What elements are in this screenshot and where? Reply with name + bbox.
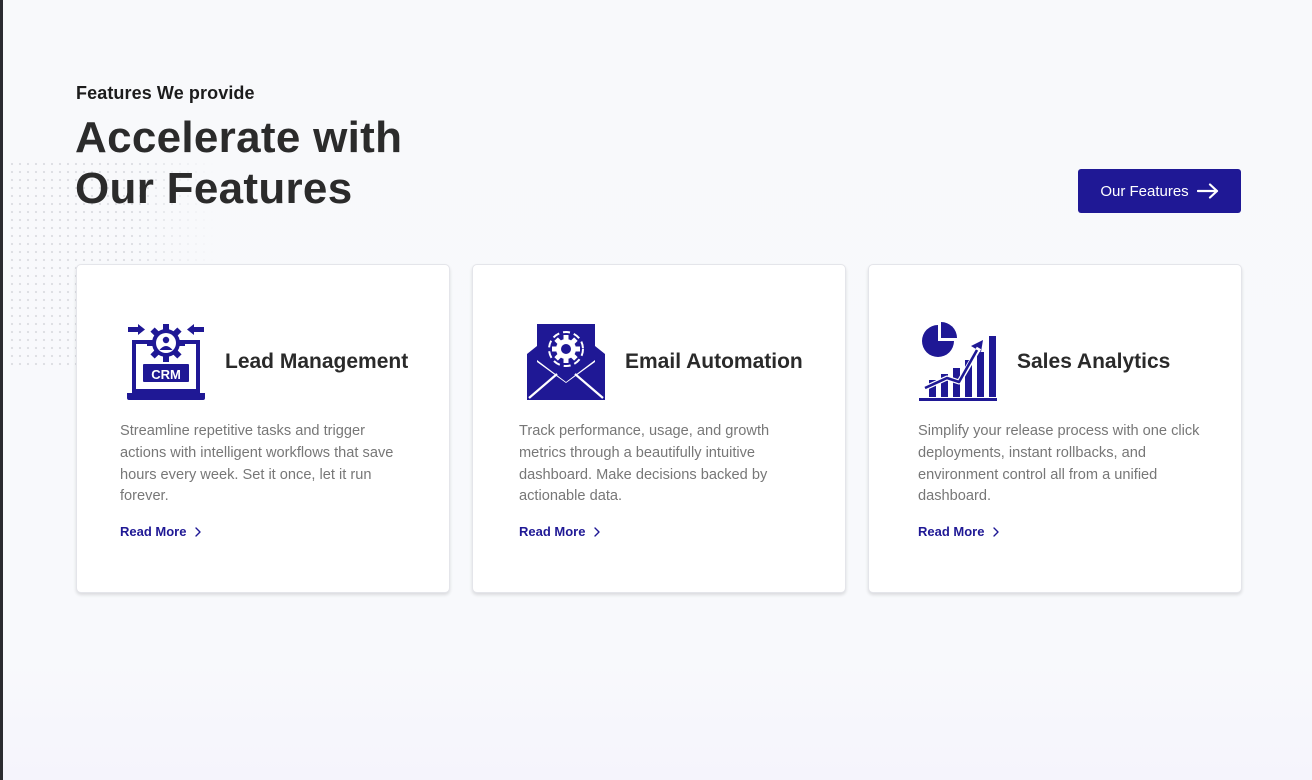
chevron-right-icon [195, 526, 202, 537]
crm-icon: CRM [125, 322, 207, 402]
card-title: Email Automation [625, 350, 803, 373]
arrow-right-icon [1196, 183, 1218, 199]
feature-card-lead-management: CRM Lead Management Streamline repetitiv… [76, 264, 450, 593]
card-description: Simplify your release process with one c… [918, 423, 1200, 505]
card-description: Track performance, usage, and growth met… [519, 423, 770, 505]
chevron-right-icon [993, 526, 1000, 537]
analytics-chart-icon [917, 322, 999, 402]
feature-card-sales-analytics: Sales Analytics Simplify your release pr… [868, 264, 1242, 593]
read-more-link[interactable]: Read More [519, 524, 601, 539]
read-more-label: Read More [519, 524, 586, 539]
section-title-line1: Accelerate with [75, 113, 403, 162]
card-description: Streamline repetitive tasks and trigger … [120, 423, 394, 505]
window-edge [0, 0, 3, 780]
read-more-label: Read More [120, 524, 187, 539]
read-more-link[interactable]: Read More [120, 524, 202, 539]
card-title: Lead Management [225, 350, 409, 373]
svg-text:CRM: CRM [151, 367, 181, 382]
our-features-button-label: Our Features [1100, 182, 1189, 200]
feature-card-email-automation: Email Automation Track performance, usag… [472, 264, 846, 593]
chevron-right-icon [594, 526, 601, 537]
section-title-line2: Our Features [75, 164, 353, 213]
read-more-link[interactable]: Read More [918, 524, 1000, 539]
section-eyebrow: Features We provide [76, 83, 255, 103]
read-more-label: Read More [918, 524, 985, 539]
email-gear-icon [525, 322, 607, 402]
our-features-button[interactable]: Our Features [1078, 169, 1241, 213]
section-title: Accelerate with Our Features [75, 112, 495, 214]
card-title: Sales Analytics [1017, 350, 1171, 373]
